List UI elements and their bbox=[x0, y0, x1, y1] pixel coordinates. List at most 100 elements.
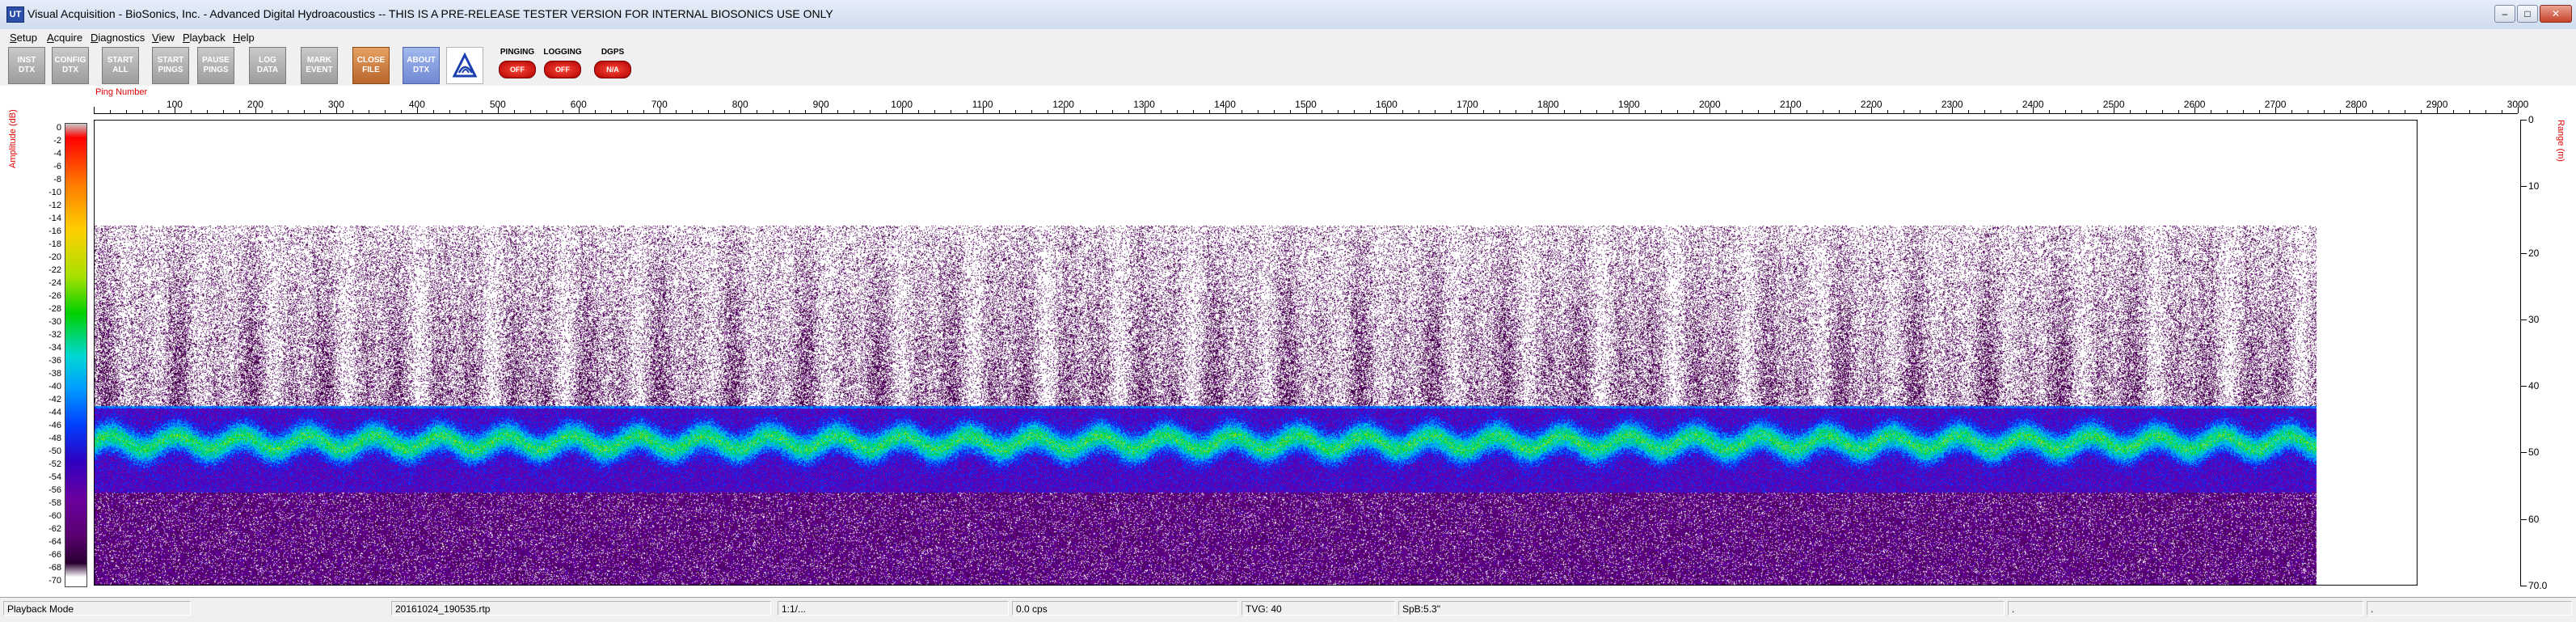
amplitude-tick-label: -4 bbox=[53, 149, 61, 159]
amplitude-colorbar bbox=[65, 123, 87, 587]
pinging-status-light: OFF bbox=[499, 61, 536, 78]
ping-tick-label: 3000 bbox=[2506, 99, 2529, 110]
ping-tick-label: 2600 bbox=[2183, 99, 2206, 110]
amplitude-tick-label: -30 bbox=[48, 317, 61, 327]
status-tvg: TVG: 40 bbox=[1242, 601, 1395, 616]
ping-tick-label: 1700 bbox=[1457, 99, 1478, 110]
pause-pings-button[interactable]: PAUSE PINGS bbox=[197, 47, 234, 84]
maximize-button[interactable]: □ bbox=[2517, 5, 2538, 23]
ping-tick bbox=[1564, 110, 1566, 113]
ping-tick bbox=[1289, 110, 1291, 113]
mark-event-button[interactable]: MARK EVENT bbox=[301, 47, 338, 84]
ping-tick bbox=[449, 110, 450, 113]
menu-acquire[interactable]: Acquire bbox=[47, 32, 82, 44]
ping-tick bbox=[1677, 110, 1679, 113]
ping-tick bbox=[1774, 110, 1776, 113]
amplitude-tick-label: -54 bbox=[48, 472, 61, 482]
range-tick bbox=[2520, 319, 2527, 320]
minimize-icon: – bbox=[2502, 8, 2508, 19]
about-dtx-button[interactable]: ABOUT DTX bbox=[403, 47, 440, 84]
range-tick bbox=[2520, 452, 2527, 454]
ping-tick bbox=[384, 110, 386, 113]
ping-tick bbox=[837, 110, 838, 113]
ping-tick-label: 600 bbox=[570, 99, 587, 110]
ping-tick bbox=[723, 110, 725, 113]
echogram-plot[interactable] bbox=[94, 120, 2418, 586]
menu-diagnostics[interactable]: Diagnostics bbox=[91, 32, 145, 44]
range-tick-label: 30 bbox=[2528, 313, 2540, 325]
amplitude-tick-label: -48 bbox=[48, 434, 61, 443]
range-tick-label: 40 bbox=[2528, 380, 2540, 392]
start-pings-button[interactable]: START PINGS bbox=[152, 47, 189, 84]
range-tick bbox=[2520, 120, 2527, 121]
range-axis-line bbox=[2520, 120, 2521, 586]
ping-tick bbox=[1338, 110, 1339, 113]
ping-tick bbox=[141, 110, 143, 113]
ping-tick-label: 2800 bbox=[2345, 99, 2367, 110]
close-button[interactable]: ✕ bbox=[2540, 5, 2572, 23]
title-bar: UT Visual Acquisition - BioSonics, Inc. … bbox=[0, 0, 2576, 30]
amplitude-tick-label: -46 bbox=[48, 421, 61, 430]
status-blank-1: . bbox=[2008, 601, 2363, 616]
ping-tick bbox=[934, 110, 935, 113]
amplitude-tick-label: -52 bbox=[48, 459, 61, 469]
biosonics-logo-button[interactable] bbox=[446, 47, 483, 84]
amplitude-tick-label: -66 bbox=[48, 550, 61, 560]
ping-tick bbox=[1435, 110, 1436, 113]
amplitude-tick-label: -14 bbox=[48, 214, 61, 223]
logging-indicator: LOGGING OFF bbox=[540, 45, 585, 83]
amplitude-tick-label: -70 bbox=[48, 576, 61, 586]
ping-tick bbox=[1095, 110, 1097, 113]
log-data-button[interactable]: LOG DATA bbox=[249, 47, 286, 84]
menu-view[interactable]: View bbox=[152, 32, 175, 44]
ping-tick bbox=[432, 110, 434, 113]
ping-tick bbox=[2162, 110, 2164, 113]
ping-tick bbox=[1887, 110, 1889, 113]
range-axis-title: Range (m) bbox=[2556, 120, 2565, 162]
ping-tick bbox=[966, 110, 968, 113]
amplitude-tick-label: -68 bbox=[48, 563, 61, 573]
amplitude-tick-label: -50 bbox=[48, 446, 61, 456]
ping-tick-label: 1300 bbox=[1133, 99, 1155, 110]
ping-tick bbox=[190, 110, 192, 113]
range-tick-label: 20 bbox=[2528, 247, 2540, 259]
ping-tick bbox=[513, 110, 515, 113]
ping-tick bbox=[2178, 110, 2180, 113]
amplitude-tick-label: -44 bbox=[48, 408, 61, 417]
ping-tick bbox=[125, 110, 127, 113]
ping-tick bbox=[2130, 110, 2131, 113]
ping-tick bbox=[1451, 110, 1452, 113]
menu-playback[interactable]: Playback bbox=[183, 32, 226, 44]
ping-tick bbox=[1208, 110, 1210, 113]
ping-tick bbox=[529, 110, 531, 113]
inst-dtx-button[interactable]: INST DTX bbox=[8, 47, 45, 84]
ping-tick bbox=[319, 110, 321, 113]
ping-tick bbox=[1936, 110, 1937, 113]
minimize-button[interactable]: – bbox=[2494, 5, 2515, 23]
ping-tick bbox=[1483, 110, 1485, 113]
start-all-button[interactable]: START ALL bbox=[102, 47, 139, 84]
ping-tick bbox=[1402, 110, 1404, 113]
ping-tick bbox=[158, 110, 159, 113]
ping-tick bbox=[1580, 110, 1582, 113]
status-rate: 0.0 cps bbox=[1012, 601, 1238, 616]
toolbar: INST DTX CONFIG DTX START ALL START PING… bbox=[0, 45, 2576, 87]
ping-tick bbox=[1968, 110, 1970, 113]
range-tick-label: 0 bbox=[2528, 114, 2534, 125]
ping-tick bbox=[1499, 110, 1501, 113]
ping-tick bbox=[2049, 110, 2051, 113]
config-dtx-button[interactable]: CONFIG DTX bbox=[52, 47, 89, 84]
ping-tick-label: 1000 bbox=[891, 99, 913, 110]
amplitude-tick-label: 0 bbox=[56, 123, 61, 133]
ping-tick bbox=[2097, 110, 2099, 113]
menu-help[interactable]: Help bbox=[233, 32, 255, 44]
close-file-button[interactable]: CLOSE FILE bbox=[352, 47, 390, 84]
ping-axis-line bbox=[94, 113, 2518, 114]
ping-tick bbox=[643, 110, 644, 113]
ping-tick bbox=[917, 110, 919, 113]
range-tick bbox=[2520, 386, 2527, 387]
ping-tick bbox=[109, 110, 111, 113]
range-tick bbox=[2520, 518, 2527, 520]
ping-tick-label: 2900 bbox=[2426, 99, 2448, 110]
menu-setup[interactable]: Setup bbox=[10, 32, 37, 44]
